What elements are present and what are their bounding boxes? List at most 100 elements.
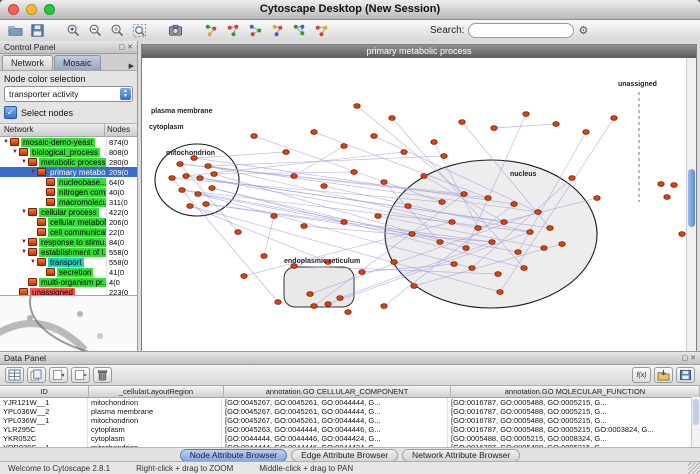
column-header[interactable]: annotation.GO MOLECULAR_FUNCTION: [451, 386, 700, 397]
search-input[interactable]: [468, 23, 574, 38]
maximize-window-icon[interactable]: [44, 4, 55, 15]
network-node[interactable]: [463, 246, 469, 251]
table-row[interactable]: YPL036W__1mitochondrion[GO:0045267, GO:0…: [0, 416, 700, 425]
network-node[interactable]: [559, 242, 565, 247]
network-node[interactable]: [475, 226, 481, 231]
layout-menu-icon[interactable]: [289, 22, 309, 40]
scrollbar-thumb[interactable]: [688, 169, 695, 227]
delete-attribute-icon[interactable]: [71, 367, 90, 383]
network-canvas[interactable]: plasma membranecytoplasmmitochondrionnuc…: [142, 58, 696, 351]
float-panel-icon[interactable]: ▢: [682, 354, 689, 362]
tree-row[interactable]: secretion 41(0: [0, 267, 137, 277]
network-node[interactable]: [311, 130, 317, 135]
tree-row[interactable]: unassigned 223(0: [0, 287, 137, 295]
vizmapper-icon[interactable]: [245, 22, 265, 40]
table-cell[interactable]: mitochondrion: [88, 416, 222, 425]
table-cell[interactable]: mitochondrion: [88, 443, 222, 447]
table-cell[interactable]: YPL036W__2: [0, 407, 88, 416]
network-node[interactable]: [197, 176, 203, 181]
network-node[interactable]: [583, 130, 589, 135]
network-edge[interactable]: [494, 124, 556, 128]
tree-row[interactable]: ▼ mosaic-demo-yeast 874(0: [0, 137, 137, 147]
network-node[interactable]: [325, 302, 331, 307]
table-cell[interactable]: [GO:0045267, GO:0045261, GO:0044444, G..…: [222, 416, 448, 425]
network-node[interactable]: [679, 232, 685, 237]
tree-row[interactable]: macromolecul... 311(0: [0, 197, 137, 207]
network-node[interactable]: [375, 214, 381, 219]
network-node[interactable]: [611, 116, 617, 121]
tree-row[interactable]: multi-organism pr... 4(0: [0, 277, 137, 287]
column-header[interactable]: annotation.GO CELLULAR_COMPONENT: [224, 386, 451, 397]
control-panel-tab[interactable]: Network: [2, 55, 53, 70]
network-node[interactable]: [431, 140, 437, 145]
open-session-icon[interactable]: [5, 22, 25, 40]
network-node[interactable]: [671, 183, 677, 188]
network-node[interactable]: [461, 192, 467, 197]
network-node[interactable]: [345, 310, 351, 315]
expander-icon[interactable]: ▼: [20, 239, 28, 245]
network-node[interactable]: [251, 134, 257, 139]
expander-icon[interactable]: ▼: [20, 209, 28, 215]
network-node[interactable]: [307, 292, 313, 297]
equation-builder-icon[interactable]: f(x): [632, 367, 651, 383]
network-node[interactable]: [354, 104, 360, 109]
network-node[interactable]: [459, 120, 465, 125]
network-node[interactable]: [183, 174, 189, 179]
network-overview-thumbnail[interactable]: [0, 295, 137, 352]
close-window-icon[interactable]: [8, 4, 19, 15]
network-edge[interactable]: [264, 216, 274, 256]
network-node[interactable]: [485, 196, 491, 201]
table-cell[interactable]: [GO:0016787, GO:0005488, GO:0005215, G..…: [448, 416, 700, 425]
expander-icon[interactable]: ▼: [29, 169, 37, 175]
tree-row[interactable]: cellular metabol... 206(0: [0, 217, 137, 227]
network-node[interactable]: [489, 240, 495, 245]
network-node[interactable]: [235, 230, 241, 235]
node-color-dropdown[interactable]: transporter activity ▲▼: [4, 86, 133, 102]
column-header[interactable]: _cellularLayoutRegion: [89, 386, 224, 397]
tree-row[interactable]: ▼ establishment of l... 558(0: [0, 247, 137, 257]
attribute-browser-tab[interactable]: Node Attribute Browser: [180, 449, 287, 462]
network-node[interactable]: [501, 220, 507, 225]
zoom-selected-icon[interactable]: [107, 22, 127, 40]
network-edge[interactable]: [190, 206, 328, 262]
scrollbar-thumb[interactable]: [693, 399, 699, 425]
network-node[interactable]: [411, 284, 417, 289]
network-node[interactable]: [187, 204, 193, 209]
network-node[interactable]: [203, 202, 209, 207]
table-cell[interactable]: [GO:0016787, GO:0005488, GO:0005215, G..…: [448, 398, 700, 407]
network-node[interactable]: [195, 192, 201, 197]
table-cell[interactable]: [GO:0045267, GO:0045261, GO:0044444, G..…: [222, 407, 448, 416]
minimize-window-icon[interactable]: [26, 4, 37, 15]
network-node[interactable]: [491, 126, 497, 131]
resize-grip-icon[interactable]: [688, 462, 700, 474]
table-cell[interactable]: plasma membrane: [88, 407, 222, 416]
show-data-panel-icon[interactable]: [223, 22, 243, 40]
table-cell[interactable]: YKR052C: [0, 434, 88, 443]
network-node[interactable]: [569, 176, 575, 181]
network-edge[interactable]: [208, 156, 444, 166]
network-node[interactable]: [271, 214, 277, 219]
network-node[interactable]: [521, 266, 527, 271]
network-node[interactable]: [421, 174, 427, 179]
network-node[interactable]: [449, 220, 455, 225]
network-node[interactable]: [291, 174, 297, 179]
select-nodes-checkbox[interactable]: ✓: [4, 106, 17, 119]
attribute-browser-tab[interactable]: Network Attribute Browser: [402, 449, 520, 462]
expander-icon[interactable]: ▼: [29, 259, 37, 265]
table-cell[interactable]: cytoplasm: [88, 425, 222, 434]
title-bar[interactable]: Cytoscape Desktop (New Session): [0, 0, 700, 20]
network-node[interactable]: [261, 254, 267, 259]
tree-row[interactable]: nitrogen compo... 40(0: [0, 187, 137, 197]
network-node[interactable]: [205, 164, 211, 169]
column-header[interactable]: ID: [0, 386, 89, 397]
network-node[interactable]: [275, 300, 281, 305]
network-node[interactable]: [451, 262, 457, 267]
network-node[interactable]: [169, 176, 175, 181]
network-node[interactable]: [241, 274, 247, 279]
network-node[interactable]: [211, 172, 217, 177]
new-attribute-icon[interactable]: [49, 367, 68, 383]
table-scrollbar[interactable]: [691, 397, 700, 447]
network-node[interactable]: [381, 180, 387, 185]
table-cell[interactable]: mitochondrion: [88, 398, 222, 407]
zoom-out-icon[interactable]: [85, 22, 105, 40]
